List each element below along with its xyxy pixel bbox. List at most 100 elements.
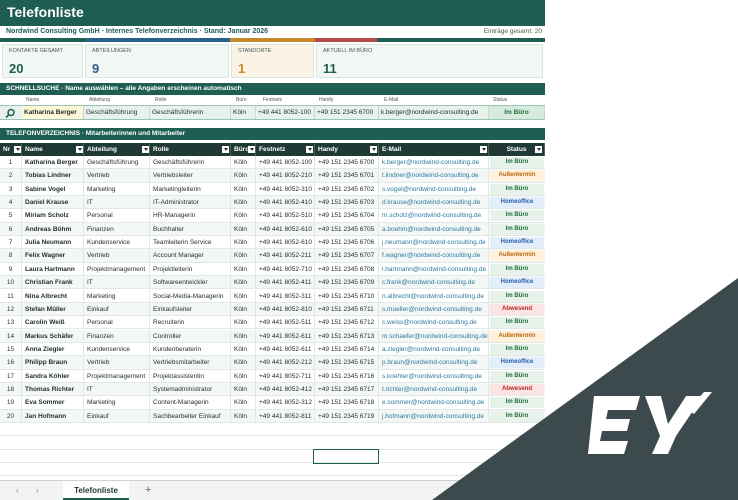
mobile-cell[interactable]: +49 151 2345 6707 bbox=[315, 249, 379, 263]
mobile-cell[interactable]: +49 151 2345 6705 bbox=[315, 222, 379, 236]
row-number-cell[interactable]: 8 bbox=[0, 249, 22, 263]
office-cell[interactable]: Köln bbox=[231, 329, 256, 343]
table-row[interactable]: 15 Anna Ziegler Kundenservice Kundenberater… bbox=[0, 342, 545, 357]
status-badge[interactable]: Im Büro bbox=[490, 370, 544, 382]
department-cell[interactable]: Einkauf bbox=[84, 409, 150, 423]
email-cell[interactable]: p.braun@nordwind-consulting.de bbox=[379, 356, 489, 370]
table-row[interactable]: 10 Christian Frank IT Softwareentwickler Köl… bbox=[0, 276, 545, 290]
office-cell[interactable]: Köln bbox=[231, 249, 256, 263]
mobile-cell[interactable]: +49 151 2345 6714 bbox=[315, 342, 379, 356]
role-cell[interactable]: Projektassistentin bbox=[150, 369, 231, 383]
office-cell[interactable]: Köln bbox=[231, 276, 256, 290]
landline-cell[interactable]: +49 441 8052-100 bbox=[256, 156, 315, 169]
email-cell[interactable]: n.albrecht@nordwind-consulting.de bbox=[379, 289, 489, 303]
row-number-cell[interactable]: 3 bbox=[0, 182, 22, 196]
role-cell[interactable]: Marketingleiterin bbox=[150, 182, 231, 196]
department-cell[interactable]: Personal bbox=[84, 316, 150, 330]
row-number-cell[interactable]: 16 bbox=[0, 356, 22, 370]
department-cell[interactable]: Marketing bbox=[84, 396, 150, 410]
row-number-cell[interactable]: 11 bbox=[0, 289, 22, 303]
email-cell[interactable]: a.ziegler@nordwind-consulting.de bbox=[379, 342, 489, 356]
status-badge[interactable]: Im Büro bbox=[490, 317, 544, 329]
email-cell[interactable]: s.koehler@nordwind-consulting.de bbox=[379, 369, 489, 383]
mobile-cell[interactable]: +49 151 2345 6701 bbox=[315, 169, 379, 183]
role-cell[interactable]: Softwareentwickler bbox=[150, 276, 231, 290]
scroll-tabs-right-icon[interactable]: › bbox=[36, 486, 39, 495]
email-cell[interactable]: d.krause@nordwind-consulting.de bbox=[379, 196, 489, 210]
employee-name-cell[interactable]: Daniel Krause bbox=[22, 196, 84, 210]
mobile-cell[interactable]: +49 151 2345 6706 bbox=[315, 236, 379, 250]
status-badge[interactable]: Im Büro bbox=[490, 157, 544, 168]
mobile-cell[interactable]: +49 151 2345 6715 bbox=[315, 356, 379, 370]
table-row[interactable]: 1 Katharina Berger Geschäftsführung Geschäf… bbox=[0, 156, 545, 170]
status-badge[interactable]: Außentermin bbox=[490, 250, 544, 262]
status-badge[interactable]: Im Büro bbox=[490, 410, 544, 422]
filter-dropdown-icon[interactable] bbox=[76, 146, 83, 153]
department-cell[interactable]: Geschäftsführung bbox=[84, 156, 150, 169]
row-number-cell[interactable]: 6 bbox=[0, 222, 22, 236]
office-cell[interactable]: Köln bbox=[231, 156, 256, 169]
employee-name-cell[interactable]: Felix Wagner bbox=[22, 249, 84, 263]
department-cell[interactable]: IT bbox=[84, 196, 150, 210]
column-header-abteilung[interactable]: Abteilung bbox=[84, 143, 150, 156]
office-cell[interactable]: Köln bbox=[231, 262, 256, 276]
role-cell[interactable]: Social-Media-Managerin bbox=[150, 289, 231, 303]
landline-cell[interactable]: +49 441 8052-411 bbox=[256, 276, 315, 290]
mobile-cell[interactable]: +49 151 2345 6718 bbox=[315, 396, 379, 410]
status-badge[interactable]: Außentermin bbox=[490, 330, 544, 342]
department-cell[interactable]: Personal bbox=[84, 209, 150, 223]
landline-cell[interactable]: +49 441 8052-611 bbox=[256, 342, 315, 356]
office-cell[interactable]: Köln bbox=[231, 316, 256, 330]
status-badge[interactable]: Homeoffice bbox=[490, 357, 544, 369]
table-row[interactable]: 17 Sandra Köhler Projektmanagement Projekta… bbox=[0, 369, 545, 383]
role-cell[interactable]: Systemadministrator bbox=[150, 382, 231, 396]
table-row[interactable]: 9 Laura Hartmann Projektmanagement Projektl… bbox=[0, 262, 545, 277]
role-cell[interactable]: IT-Administrator bbox=[150, 196, 231, 210]
mobile-cell[interactable]: +49 151 2345 6702 bbox=[315, 182, 379, 196]
mobile-cell[interactable]: +49 151 2345 6712 bbox=[315, 316, 379, 330]
role-cell[interactable]: HR-Managerin bbox=[150, 209, 231, 223]
status-badge[interactable]: Im Büro bbox=[490, 290, 544, 302]
department-cell[interactable]: Marketing bbox=[84, 289, 150, 303]
scroll-tabs-left-icon[interactable]: ‹ bbox=[16, 486, 19, 495]
office-cell[interactable]: Köln bbox=[231, 169, 256, 183]
role-cell[interactable]: Buchhalter bbox=[150, 222, 231, 236]
employee-name-cell[interactable]: Carolin Weiß bbox=[22, 316, 84, 330]
landline-cell[interactable]: +49 441 8052-510 bbox=[256, 209, 315, 223]
search-name-select[interactable]: Katharina Berger bbox=[22, 106, 84, 119]
row-number-cell[interactable]: 18 bbox=[0, 382, 22, 396]
office-cell[interactable]: Köln bbox=[231, 196, 256, 210]
role-cell[interactable]: Sachbearbeiter Einkauf bbox=[150, 409, 231, 423]
role-cell[interactable]: Vertriebsmitarbeiter bbox=[150, 356, 231, 370]
row-number-cell[interactable]: 12 bbox=[0, 302, 22, 316]
department-cell[interactable]: IT bbox=[84, 276, 150, 290]
mobile-cell[interactable]: +49 151 2345 6717 bbox=[315, 382, 379, 396]
role-cell[interactable]: Vertriebsleiter bbox=[150, 169, 231, 183]
office-cell[interactable]: Köln bbox=[231, 222, 256, 236]
table-row[interactable]: 6 Andreas Böhm Finanzen Buchhalter Köln +49 4… bbox=[0, 222, 545, 237]
add-sheet-button[interactable]: + bbox=[145, 484, 151, 496]
email-cell[interactable]: l.hartmann@nordwind-consulting.de bbox=[379, 262, 489, 276]
empty-row[interactable] bbox=[0, 436, 545, 450]
empty-row[interactable] bbox=[0, 463, 545, 477]
table-row[interactable]: 5 Miriam Scholz Personal HR-Managerin Köln +4… bbox=[0, 209, 545, 223]
role-cell[interactable]: Account Manager bbox=[150, 249, 231, 263]
role-cell[interactable]: Content-Managerin bbox=[150, 396, 231, 410]
landline-cell[interactable]: +49 441 8052-211 bbox=[256, 249, 315, 263]
row-number-cell[interactable]: 14 bbox=[0, 329, 22, 343]
landline-cell[interactable]: +49 441 8052-710 bbox=[256, 262, 315, 276]
department-cell[interactable]: Finanzen bbox=[84, 329, 150, 343]
mobile-cell[interactable]: +49 151 2345 6700 bbox=[315, 156, 379, 169]
department-cell[interactable]: Kundenservice bbox=[84, 342, 150, 356]
status-badge[interactable]: Homeoffice bbox=[490, 277, 544, 289]
status-badge[interactable]: Im Büro bbox=[490, 210, 544, 222]
email-cell[interactable]: c.weiss@nordwind-consulting.de bbox=[379, 316, 489, 330]
office-cell[interactable]: Köln bbox=[231, 396, 256, 410]
employee-name-cell[interactable]: Julia Neumann bbox=[22, 236, 84, 250]
mobile-cell[interactable]: +49 151 2345 6709 bbox=[315, 276, 379, 290]
office-cell[interactable]: Köln bbox=[231, 369, 256, 383]
column-header-email[interactable]: E-Mail bbox=[379, 143, 489, 156]
employee-name-cell[interactable]: Markus Schäfer bbox=[22, 329, 84, 343]
department-cell[interactable]: Projektmanagement bbox=[84, 262, 150, 276]
office-cell[interactable]: Köln bbox=[231, 409, 256, 423]
